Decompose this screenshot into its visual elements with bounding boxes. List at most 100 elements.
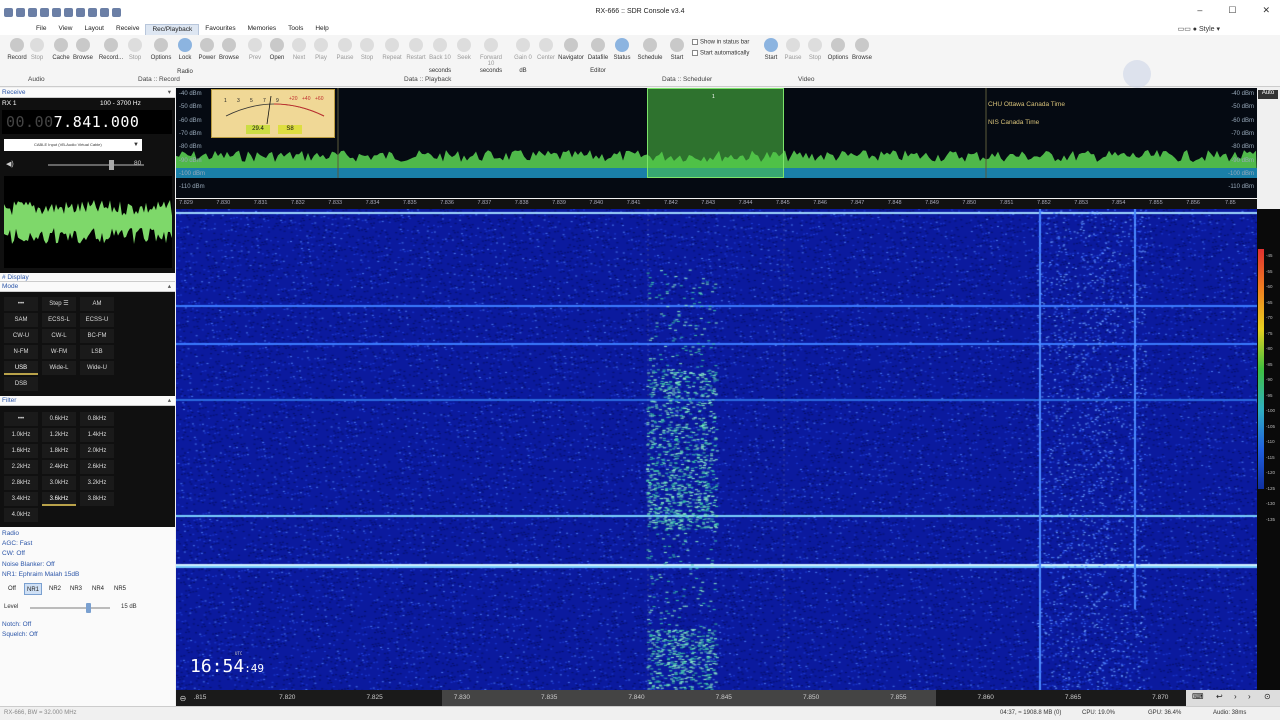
filter-button-1-6khz[interactable]: 1.6kHz: [4, 444, 38, 458]
visible-range-indicator[interactable]: [442, 690, 936, 706]
mini-spectrum[interactable]: [4, 176, 172, 268]
filter-button-2-4khz[interactable]: 2.4kHz: [42, 460, 76, 474]
status-button[interactable]: Status: [609, 38, 635, 61]
menu-memories[interactable]: Memories: [242, 24, 283, 35]
start-automatically-checkbox[interactable]: Start automatically: [692, 50, 749, 57]
display-header[interactable]: # Display: [0, 273, 175, 282]
volume-track[interactable]: [48, 164, 144, 166]
browse-button[interactable]: Browse: [849, 38, 875, 61]
radio-header[interactable]: Radio: [2, 530, 19, 537]
filter-button-2-8khz[interactable]: 2.8kHz: [4, 476, 38, 490]
browse-button[interactable]: Browse: [70, 38, 96, 61]
menu-tools[interactable]: Tools: [282, 24, 309, 35]
noise-blanker-setting[interactable]: Noise Blanker: Off: [2, 561, 55, 568]
audio-input-select[interactable]: CABLE Input (VB-Audio Virtual Cable) ▼: [4, 139, 142, 151]
play-circle-icon[interactable]: ⊙: [1264, 692, 1271, 701]
options-button[interactable]: Options: [825, 38, 851, 61]
waterfall-display[interactable]: [176, 209, 1257, 690]
menu-help[interactable]: Help: [309, 24, 334, 35]
receive-header[interactable]: Receive ▾: [0, 88, 175, 98]
next-icon[interactable]: ›: [1248, 692, 1251, 701]
restart-button[interactable]: Restart: [403, 38, 429, 61]
minimize-icon[interactable]: –: [1197, 5, 1202, 16]
close-icon[interactable]: ✕: [1262, 5, 1270, 16]
mode-header[interactable]: Mode ▴: [0, 282, 175, 292]
schedule-button[interactable]: Schedule: [637, 38, 663, 61]
mode-button-usb[interactable]: USB: [4, 361, 38, 375]
filter-button-3-8khz[interactable]: 3.8kHz: [80, 492, 114, 506]
center-button[interactable]: Center: [533, 38, 559, 61]
filter-button-4-0khz[interactable]: 4.0kHz: [4, 508, 38, 522]
datafile-button[interactable]: Datafile: [585, 38, 611, 61]
mode-button-bc-fm[interactable]: BC-FM: [80, 329, 114, 343]
filter-button-2-2khz[interactable]: 2.2kHz: [4, 460, 38, 474]
mode-button-wide-u[interactable]: Wide-U: [80, 361, 114, 375]
nr4-button[interactable]: NR4: [89, 583, 107, 595]
menu-receive[interactable]: Receive: [110, 24, 145, 35]
mode-button-n-fm[interactable]: N-FM: [4, 345, 38, 359]
forward-10-button[interactable]: Forward 10: [478, 38, 504, 67]
filter-button-3-2khz[interactable]: 3.2kHz: [80, 476, 114, 490]
play-button[interactable]: Play: [308, 38, 334, 61]
menu-favourites[interactable]: Favourites: [199, 24, 241, 35]
forward-icon[interactable]: ›: [1234, 692, 1237, 701]
filter-button-1-2khz[interactable]: 1.2kHz: [42, 428, 76, 442]
nr1-setting[interactable]: NR1: Ephraim Malah 15dB: [2, 571, 79, 578]
mode-button--[interactable]: •••: [4, 297, 38, 311]
start-button[interactable]: Start: [664, 38, 690, 61]
overview-axis[interactable]: ⊖ .815 7.820 7.825 7.830 7.835 7.840 7.845 7.85…: [176, 690, 1257, 706]
layout-icons[interactable]: ▭▭: [1178, 26, 1193, 33]
level-slider-thumb[interactable]: [86, 603, 91, 613]
volume-thumb[interactable]: [109, 160, 115, 170]
nr1-button[interactable]: NR1: [24, 583, 42, 595]
auto-button[interactable]: Auto: [1258, 90, 1278, 99]
speaker-icon[interactable]: ◀): [6, 160, 14, 168]
show-in-status-bar-checkbox[interactable]: Show in status bar: [692, 39, 749, 46]
stop-button[interactable]: Stop: [122, 38, 148, 61]
menu-layout[interactable]: Layout: [78, 24, 110, 35]
filter-button-1-4khz[interactable]: 1.4kHz: [80, 428, 114, 442]
nr3-button[interactable]: NR3: [67, 583, 85, 595]
nr2-button[interactable]: NR2: [46, 583, 64, 595]
filter-button--[interactable]: •••: [4, 412, 38, 426]
station-label-nis[interactable]: NIS Canada Time: [988, 119, 1039, 126]
mode-button-step-[interactable]: Step ☰: [42, 297, 76, 311]
spectrum-display[interactable]: 1 CHU Ottawa Canada Time NIS Canada Time…: [176, 88, 1257, 198]
filter-button-1-8khz[interactable]: 1.8kHz: [42, 444, 76, 458]
stop-button[interactable]: Stop: [24, 38, 50, 61]
options-button[interactable]: Options: [148, 38, 174, 61]
filter-button-3-4khz[interactable]: 3.4kHz: [4, 492, 38, 506]
record-button[interactable]: Record...: [98, 38, 124, 61]
filter-button-3-0khz[interactable]: 3.0kHz: [42, 476, 76, 490]
mode-button-w-fm[interactable]: W-FM: [42, 345, 76, 359]
filter-button-0-8khz[interactable]: 0.8kHz: [80, 412, 114, 426]
station-label-chu[interactable]: CHU Ottawa Canada Time: [988, 101, 1065, 108]
mode-button-lsb[interactable]: LSB: [80, 345, 114, 359]
frequency-display[interactable]: 00.007.841.000: [2, 110, 172, 134]
nr5-button[interactable]: NR5: [111, 583, 129, 595]
mode-button-dsb[interactable]: DSB: [4, 377, 38, 391]
navigator-button[interactable]: Navigator: [558, 38, 584, 61]
agc-setting[interactable]: AGC: Fast: [2, 540, 32, 547]
maximize-icon[interactable]: ☐: [1228, 5, 1236, 16]
mode-button-cw-u[interactable]: CW-U: [4, 329, 38, 343]
filter-button-2-6khz[interactable]: 2.6kHz: [80, 460, 114, 474]
mode-button-cw-l[interactable]: CW-L: [42, 329, 76, 343]
back-10-button[interactable]: Back 10: [427, 38, 453, 61]
seek-button[interactable]: Seek: [451, 38, 477, 61]
filter-button-0-6khz[interactable]: 0.6kHz: [42, 412, 76, 426]
filter-header[interactable]: Filter ▴: [0, 396, 175, 406]
mode-button-wide-l[interactable]: Wide-L: [42, 361, 76, 375]
repeat-button[interactable]: Repeat: [379, 38, 405, 61]
zoom-icon[interactable]: ⊖: [180, 694, 187, 703]
cw-setting[interactable]: CW: Off: [2, 550, 25, 557]
style-menu[interactable]: ▭▭ ● Style ▾: [1178, 25, 1220, 33]
selected-band-overlay[interactable]: 1: [647, 88, 784, 178]
menu-file[interactable]: File: [30, 24, 52, 35]
filter-button-2-0khz[interactable]: 2.0kHz: [80, 444, 114, 458]
back-icon[interactable]: ↩: [1216, 692, 1223, 701]
mode-button-sam[interactable]: SAM: [4, 313, 38, 327]
squelch-setting[interactable]: Squelch: Off: [2, 631, 38, 638]
menu-view[interactable]: View: [52, 24, 78, 35]
stop-button[interactable]: Stop: [354, 38, 380, 61]
